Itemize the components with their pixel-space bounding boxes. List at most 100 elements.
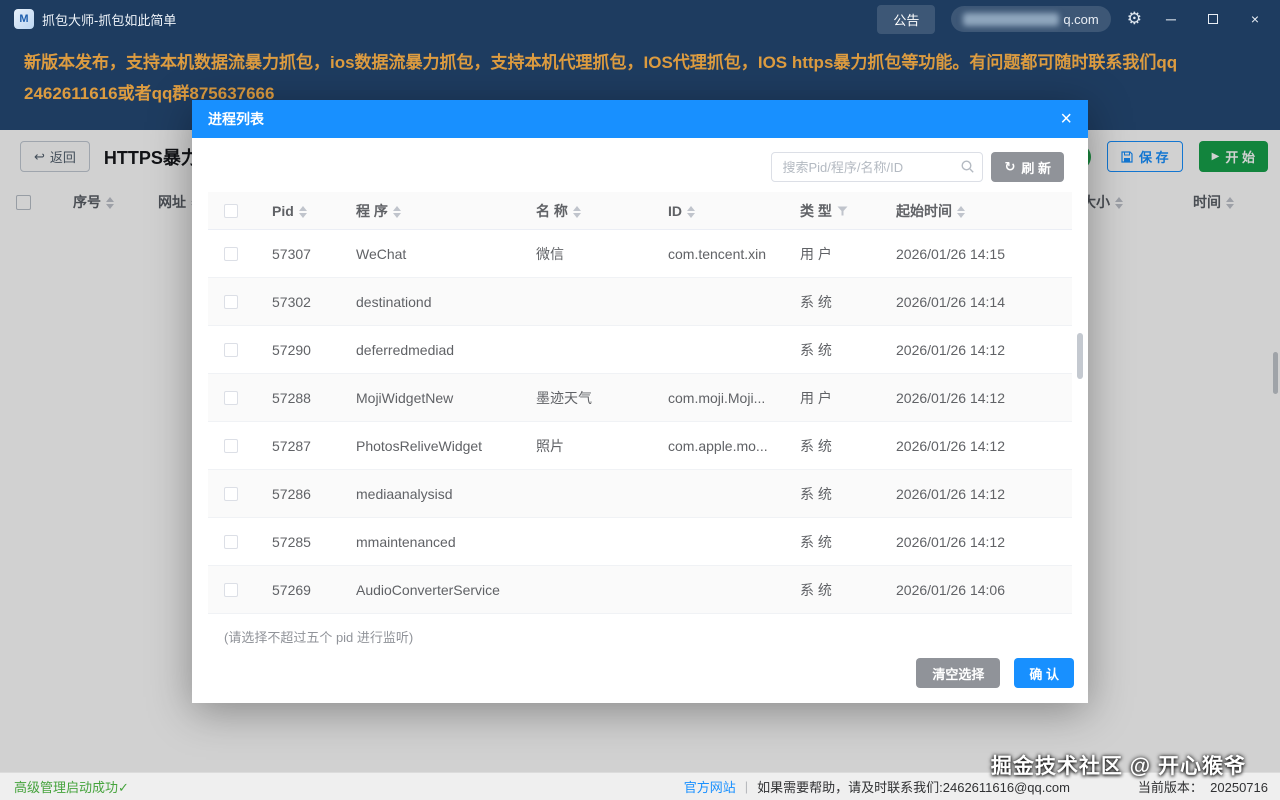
cell-start-time: 2026/01/26 14:12 — [880, 486, 1072, 502]
process-list-dialog: 进程列表 × ↻ 刷 新 Pid 程 序 名 称 — [192, 100, 1088, 703]
row-checkbox[interactable] — [224, 343, 238, 357]
maximize-button[interactable] — [1200, 11, 1226, 27]
status-message: 高级管理启动成功✓ — [14, 777, 129, 796]
cell-program: PhotosReliveWidget — [340, 438, 520, 454]
process-row[interactable]: 57302 destinationd 系 统 2026/01/26 14:14 — [208, 278, 1072, 326]
cell-program: mmaintenanced — [340, 534, 520, 550]
cell-name: 微信 — [520, 244, 652, 264]
refresh-icon: ↻ — [1004, 159, 1015, 175]
dialog-footer: 清空选择 确 认 — [192, 658, 1088, 703]
cell-start-time: 2026/01/26 14:12 — [880, 438, 1072, 454]
row-checkbox[interactable] — [224, 583, 238, 597]
cell-id: com.moji.Moji... — [652, 390, 784, 406]
titlebar: M 抓包大师-抓包如此简单 公告 q.com ⚙ ─ × — [0, 0, 1280, 38]
column-program[interactable]: 程 序 — [340, 201, 520, 221]
row-checkbox[interactable] — [224, 439, 238, 453]
row-checkbox[interactable] — [224, 535, 238, 549]
help-contact-text: 如果需要帮助，请及时联系我们:2462611616@qq.com — [757, 777, 1070, 796]
settings-gear-icon[interactable]: ⚙ — [1127, 9, 1142, 29]
cell-type: 用 户 — [784, 388, 880, 408]
cell-name: 墨迹天气 — [520, 388, 652, 408]
process-row[interactable]: 57269 AudioConverterService 系 统 2026/01/… — [208, 566, 1072, 614]
process-table-body: 57307 WeChat 微信 com.tencent.xin 用 户 2026… — [208, 230, 1072, 614]
cell-program: destinationd — [340, 294, 520, 310]
cell-type: 用 户 — [784, 244, 880, 264]
cell-id: com.apple.mo... — [652, 438, 784, 454]
cell-pid: 57269 — [256, 582, 340, 598]
cell-type: 系 统 — [784, 340, 880, 360]
dialog-close-icon[interactable]: × — [1060, 109, 1072, 129]
cell-program: mediaanalysisd — [340, 486, 520, 502]
clear-selection-button[interactable]: 清空选择 — [916, 658, 1000, 688]
cell-program: deferredmediad — [340, 342, 520, 358]
cell-pid: 57286 — [256, 486, 340, 502]
status-divider: | — [745, 779, 748, 794]
row-checkbox[interactable] — [224, 247, 238, 261]
cell-pid: 57287 — [256, 438, 340, 454]
sort-icon[interactable] — [299, 206, 307, 218]
table-scrollbar[interactable] — [1077, 333, 1083, 379]
cell-pid: 57288 — [256, 390, 340, 406]
cell-id: com.tencent.xin — [652, 246, 784, 262]
process-row[interactable]: 57287 PhotosReliveWidget 照片 com.apple.mo… — [208, 422, 1072, 470]
refresh-label: 刷 新 — [1021, 158, 1051, 177]
cell-type: 系 统 — [784, 580, 880, 600]
column-name[interactable]: 名 称 — [520, 201, 652, 221]
column-start-time[interactable]: 起始时间 — [880, 201, 1072, 221]
cell-pid: 57302 — [256, 294, 340, 310]
cell-name: 照片 — [520, 436, 652, 456]
cell-type: 系 统 — [784, 436, 880, 456]
dialog-header: 进程列表 × — [192, 100, 1088, 138]
app-title: 抓包大师-抓包如此简单 — [42, 10, 176, 29]
process-search-input[interactable] — [771, 152, 983, 182]
statusbar: 高级管理启动成功✓ 官方网站 | 如果需要帮助，请及时联系我们:24626116… — [0, 772, 1280, 800]
process-table: Pid 程 序 名 称 ID 类 型 起始时间 — [208, 192, 1072, 614]
page-scrollbar[interactable] — [1273, 352, 1278, 394]
minimize-button[interactable]: ─ — [1158, 11, 1184, 27]
sort-icon[interactable] — [393, 206, 401, 218]
maximize-icon — [1208, 14, 1218, 24]
app-logo-icon: M — [14, 9, 34, 29]
row-checkbox[interactable] — [224, 487, 238, 501]
cell-start-time: 2026/01/26 14:14 — [880, 294, 1072, 310]
version-text: 当前版本： 20250716 — [1138, 777, 1268, 796]
cell-start-time: 2026/01/26 14:06 — [880, 582, 1072, 598]
search-icon — [961, 160, 974, 173]
account-pill[interactable]: q.com — [951, 6, 1110, 32]
cell-pid: 57307 — [256, 246, 340, 262]
column-id[interactable]: ID — [652, 203, 784, 219]
cell-type: 系 统 — [784, 292, 880, 312]
filter-funnel-icon[interactable] — [837, 206, 848, 216]
cell-start-time: 2026/01/26 14:12 — [880, 390, 1072, 406]
refresh-button[interactable]: ↻ 刷 新 — [991, 152, 1064, 182]
cell-program: AudioConverterService — [340, 582, 520, 598]
process-row[interactable]: 57290 deferredmediad 系 统 2026/01/26 14:1… — [208, 326, 1072, 374]
select-all-processes-checkbox[interactable] — [224, 204, 238, 218]
sort-icon[interactable] — [687, 206, 695, 218]
cell-start-time: 2026/01/26 14:12 — [880, 342, 1072, 358]
confirm-button[interactable]: 确 认 — [1014, 658, 1074, 688]
official-site-link[interactable]: 官方网站 — [684, 777, 736, 796]
cell-pid: 57290 — [256, 342, 340, 358]
cell-start-time: 2026/01/26 14:15 — [880, 246, 1072, 262]
announcement-button[interactable]: 公告 — [877, 5, 935, 34]
cell-start-time: 2026/01/26 14:12 — [880, 534, 1072, 550]
dialog-title: 进程列表 — [208, 109, 264, 129]
column-type[interactable]: 类 型 — [784, 201, 880, 221]
row-checkbox[interactable] — [224, 295, 238, 309]
cell-program: MojiWidgetNew — [340, 390, 520, 406]
cell-type: 系 统 — [784, 532, 880, 552]
process-row[interactable]: 57307 WeChat 微信 com.tencent.xin 用 户 2026… — [208, 230, 1072, 278]
account-redacted-blur — [963, 13, 1059, 26]
sort-icon[interactable] — [957, 206, 965, 218]
row-checkbox[interactable] — [224, 391, 238, 405]
process-table-header: Pid 程 序 名 称 ID 类 型 起始时间 — [208, 192, 1072, 230]
cell-program: WeChat — [340, 246, 520, 262]
process-row[interactable]: 57286 mediaanalysisd 系 统 2026/01/26 14:1… — [208, 470, 1072, 518]
dialog-search-row: ↻ 刷 新 — [192, 138, 1088, 192]
close-button[interactable]: × — [1242, 11, 1268, 27]
process-row[interactable]: 57285 mmaintenanced 系 统 2026/01/26 14:12 — [208, 518, 1072, 566]
column-pid[interactable]: Pid — [256, 203, 340, 219]
sort-icon[interactable] — [573, 206, 581, 218]
process-row[interactable]: 57288 MojiWidgetNew 墨迹天气 com.moji.Moji..… — [208, 374, 1072, 422]
